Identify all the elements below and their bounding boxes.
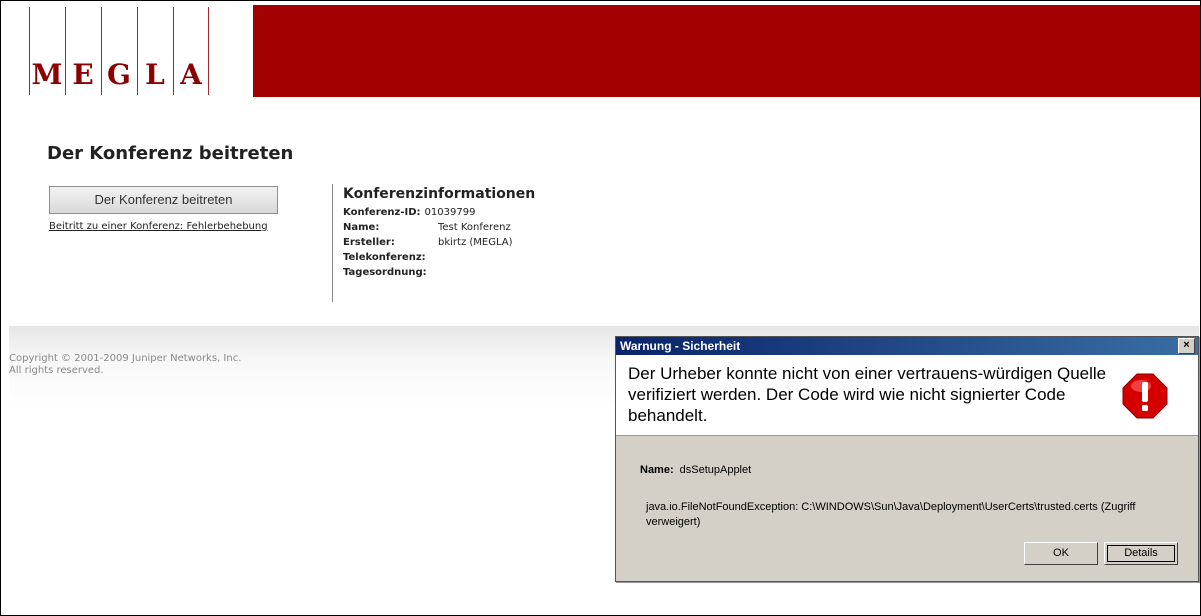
logo-letter: A xyxy=(180,58,202,91)
info-row-id: Konferenz-ID: 01039799 xyxy=(343,205,535,220)
info-label: Telekonferenz: xyxy=(343,252,426,263)
security-warning-dialog: Warnung - Sicherheit × Der Urheber konnt… xyxy=(615,336,1199,582)
header-red-bar xyxy=(253,5,1200,97)
details-button[interactable]: Details xyxy=(1104,542,1178,565)
ok-button[interactable]: OK xyxy=(1024,542,1098,565)
site-header: M E G L A xyxy=(9,5,1200,97)
warning-exclamation-icon xyxy=(1122,373,1168,419)
dialog-titlebar[interactable]: Warnung - Sicherheit × xyxy=(616,337,1198,355)
info-row-agenda: Tagesordnung: xyxy=(343,265,535,280)
troubleshoot-link[interactable]: Beitritt zu einer Konferenz: Fehlerbeheb… xyxy=(49,221,268,232)
close-button[interactable]: × xyxy=(1178,338,1195,354)
logo-letter: M xyxy=(31,58,63,91)
megla-logo: M E G L A xyxy=(29,7,253,97)
logo-letter: E xyxy=(72,58,94,91)
logo-letter: L xyxy=(145,58,165,91)
conference-info: Konferenzinformationen Konferenz-ID: 0103… xyxy=(343,186,535,280)
info-label: Tagesordnung: xyxy=(343,267,427,278)
dialog-message-area: Der Urheber konnte nicht von einer vertr… xyxy=(616,355,1198,436)
exception-text: java.io.FileNotFoundException: C:\WINDOW… xyxy=(646,501,1136,528)
info-label: Konferenz-ID: xyxy=(343,207,421,218)
info-row-teleconference: Telekonferenz: xyxy=(343,250,535,265)
browser-page: M E G L A Der Konferenz beitreten Der Ko… xyxy=(0,0,1201,616)
info-value: bkirtz (MEGLA) xyxy=(438,237,513,248)
logo-letter: G xyxy=(107,58,131,91)
info-value: Test Konferenz xyxy=(438,222,511,233)
info-label: Name: xyxy=(343,222,380,233)
applet-name: Name: dsSetupApplet xyxy=(640,464,752,476)
info-value: 01039799 xyxy=(424,207,476,218)
info-row-creator: Ersteller: bkirtz (MEGLA) xyxy=(343,235,535,250)
page-title: Der Konferenz beitreten xyxy=(47,143,294,164)
vertical-divider xyxy=(332,184,333,302)
info-title: Konferenzinformationen xyxy=(343,186,536,202)
dialog-title: Warnung - Sicherheit xyxy=(620,339,741,353)
copyright-text: Copyright © 2001-2009 Juniper Networks, … xyxy=(9,353,242,376)
dialog-message: Der Urheber konnte nicht von einer vertr… xyxy=(628,364,1107,425)
join-conference-button[interactable]: Der Konferenz beitreten xyxy=(49,186,278,214)
info-label: Ersteller: xyxy=(343,237,395,248)
info-row-name: Name: Test Konferenz xyxy=(343,220,535,235)
